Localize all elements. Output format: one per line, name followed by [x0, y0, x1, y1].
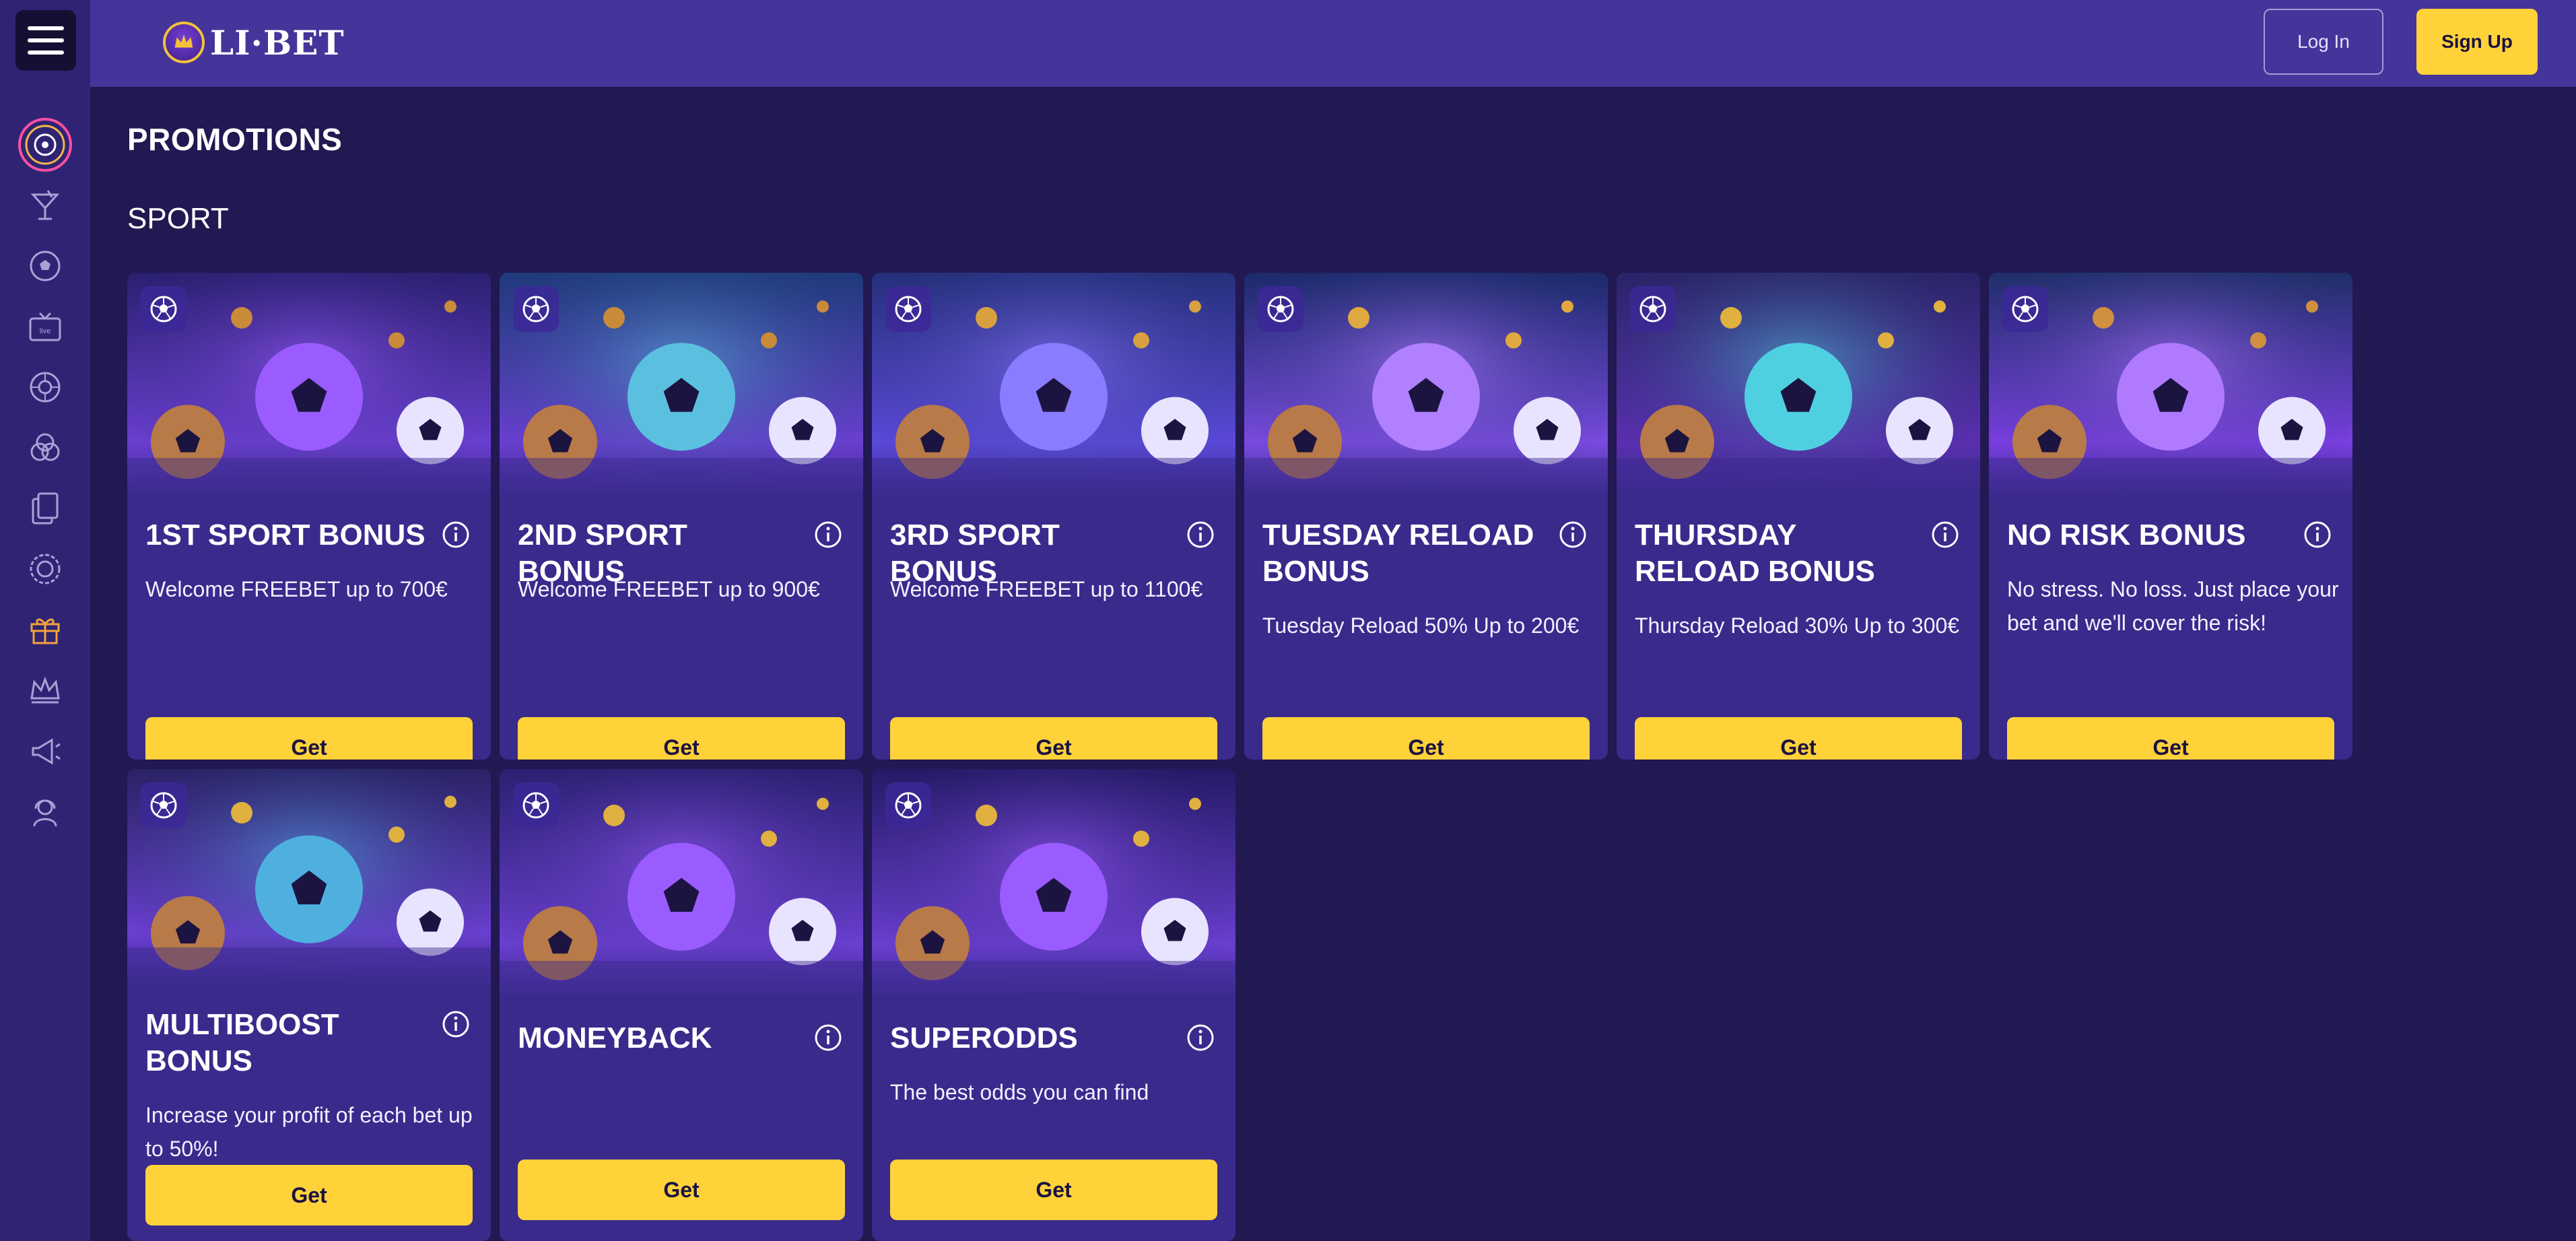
live-tv-icon: live	[29, 312, 61, 341]
sidebar-item-cards[interactable]	[0, 478, 90, 539]
cocktail-icon	[30, 190, 60, 220]
sidebar-item-roulette[interactable]	[0, 357, 90, 417]
crown-logo-icon	[163, 22, 205, 63]
login-button[interactable]: Log In	[2264, 9, 2383, 75]
sidebar-item-live[interactable]: live	[0, 296, 90, 357]
promo-card: 2ND SPORT BONUS Welcome FREEBET up to 90…	[500, 273, 863, 760]
promo-card: THURSDAY RELOAD BONUS Thursday Reload 30…	[1617, 273, 1980, 760]
page-title: PROMOTIONS	[127, 122, 343, 157]
promo-card-title: TUESDAY RELOAD BONUS	[1262, 518, 1534, 588]
sidebar-item-chips[interactable]	[0, 417, 90, 478]
soccer-ball-icon	[30, 250, 61, 281]
sidebar-item-sports[interactable]	[0, 236, 90, 296]
promo-card-image	[127, 769, 491, 988]
info-icon[interactable]	[813, 520, 843, 549]
promo-card-description: Thursday Reload 30% Up to 300€	[1635, 613, 1960, 638]
sport-badge-icon	[885, 782, 931, 828]
promo-card-image	[500, 769, 863, 1001]
info-icon[interactable]	[441, 1009, 471, 1039]
promo-card-title: MONEYBACK	[518, 1021, 712, 1054]
megaphone-icon	[32, 738, 61, 765]
get-bonus-button[interactable]: Get	[1262, 717, 1590, 760]
promo-card-title: 1ST SPORT BONUS	[145, 518, 426, 551]
promo-card-description: Welcome FREEBET up to 900€	[518, 577, 820, 601]
promo-card: MULTIBOOST BONUS Increase your profit of…	[127, 769, 491, 1241]
get-bonus-button[interactable]: Get	[2007, 717, 2334, 760]
get-bonus-button[interactable]: Get	[890, 717, 1217, 760]
svg-text:live: live	[40, 327, 51, 335]
poker-chips-icon	[30, 433, 60, 461]
sport-badge-icon	[885, 286, 931, 332]
get-bonus-button[interactable]: Get	[518, 1160, 845, 1220]
promo-card-description: Increase your profit of each bet up to 5…	[145, 1103, 473, 1161]
promo-card: 3RD SPORT BONUS Welcome FREEBET up to 11…	[872, 273, 1235, 760]
promo-card: MONEYBACK Get	[500, 769, 863, 1241]
cards-icon	[32, 492, 59, 525]
promo-card-title: NO RISK BONUS	[2007, 518, 2246, 551]
promo-card-description: Welcome FREEBET up to 700€	[145, 577, 448, 601]
promo-card: SUPERODDS The best odds you can find Get	[872, 769, 1235, 1241]
sport-badge-icon	[141, 782, 187, 828]
signup-button[interactable]: Sign Up	[2416, 9, 2538, 75]
promo-card-image	[500, 273, 863, 498]
hamburger-menu-button[interactable]	[15, 10, 76, 71]
info-icon[interactable]	[1186, 1023, 1215, 1052]
sport-badge-icon	[513, 286, 559, 332]
get-bonus-button[interactable]: Get	[145, 717, 473, 760]
top-header: LI·BET Log In Sign Up	[90, 0, 2576, 87]
site-logo[interactable]: LI·BET	[163, 18, 345, 67]
promo-card-title: MULTIBOOST BONUS	[145, 1008, 339, 1077]
sport-badge-icon	[1258, 286, 1303, 332]
promo-card-image	[1244, 273, 1608, 498]
sidebar-item-wheel[interactable]	[0, 539, 90, 599]
info-icon[interactable]	[441, 520, 471, 549]
promo-card-description: Tuesday Reload 50% Up to 200€	[1262, 613, 1580, 638]
info-icon[interactable]	[2303, 520, 2332, 549]
crown-icon	[30, 676, 60, 704]
promo-card-image	[872, 273, 1235, 498]
wheel-icon	[30, 554, 61, 584]
info-icon[interactable]	[813, 1023, 843, 1052]
sport-badge-icon	[2002, 286, 2048, 332]
sidebar-item-news[interactable]	[0, 720, 90, 781]
promo-card-description: Welcome FREEBET up to 1100€	[890, 577, 1203, 601]
promo-card-image	[1989, 273, 2352, 498]
sidebar-item-cocktail[interactable]	[0, 175, 90, 236]
info-icon[interactable]	[1930, 520, 1960, 549]
promo-card: 1ST SPORT BONUS Welcome FREEBET up to 70…	[127, 273, 491, 760]
get-bonus-button[interactable]: Get	[1635, 717, 1962, 760]
sidebar-item-target[interactable]	[0, 114, 90, 175]
promo-card-image	[1617, 273, 1980, 498]
promo-card-description: The best odds you can find	[890, 1080, 1149, 1104]
get-bonus-button[interactable]: Get	[890, 1160, 1217, 1220]
support-agent-icon	[33, 799, 57, 827]
promo-card-image	[127, 273, 491, 498]
section-title: SPORT	[127, 202, 229, 235]
roulette-icon	[30, 372, 61, 403]
promo-card-image	[872, 769, 1235, 1001]
sidebar-item-vip[interactable]	[0, 660, 90, 720]
sidebar: live	[0, 0, 90, 1241]
target-icon	[18, 118, 72, 172]
sidebar-item-support[interactable]	[0, 781, 90, 842]
sport-badge-icon	[141, 286, 187, 332]
get-bonus-button[interactable]: Get	[518, 717, 845, 760]
promo-card: NO RISK BONUS No stress. No loss. Just p…	[1989, 273, 2352, 760]
promo-card-title: SUPERODDS	[890, 1021, 1078, 1054]
gift-icon	[30, 618, 60, 644]
promo-card-description: No stress. No loss. Just place your bet …	[2007, 577, 2339, 635]
info-icon[interactable]	[1186, 520, 1215, 549]
sport-badge-icon	[513, 782, 559, 828]
promo-card-title: THURSDAY RELOAD BONUS	[1635, 518, 1875, 588]
logo-text: LI·BET	[210, 22, 345, 63]
promo-card: TUESDAY RELOAD BONUS Tuesday Reload 50% …	[1244, 273, 1608, 760]
info-icon[interactable]	[1558, 520, 1588, 549]
sidebar-item-promotions[interactable]	[0, 599, 90, 660]
get-bonus-button[interactable]: Get	[145, 1165, 473, 1226]
sport-badge-icon	[1630, 286, 1676, 332]
